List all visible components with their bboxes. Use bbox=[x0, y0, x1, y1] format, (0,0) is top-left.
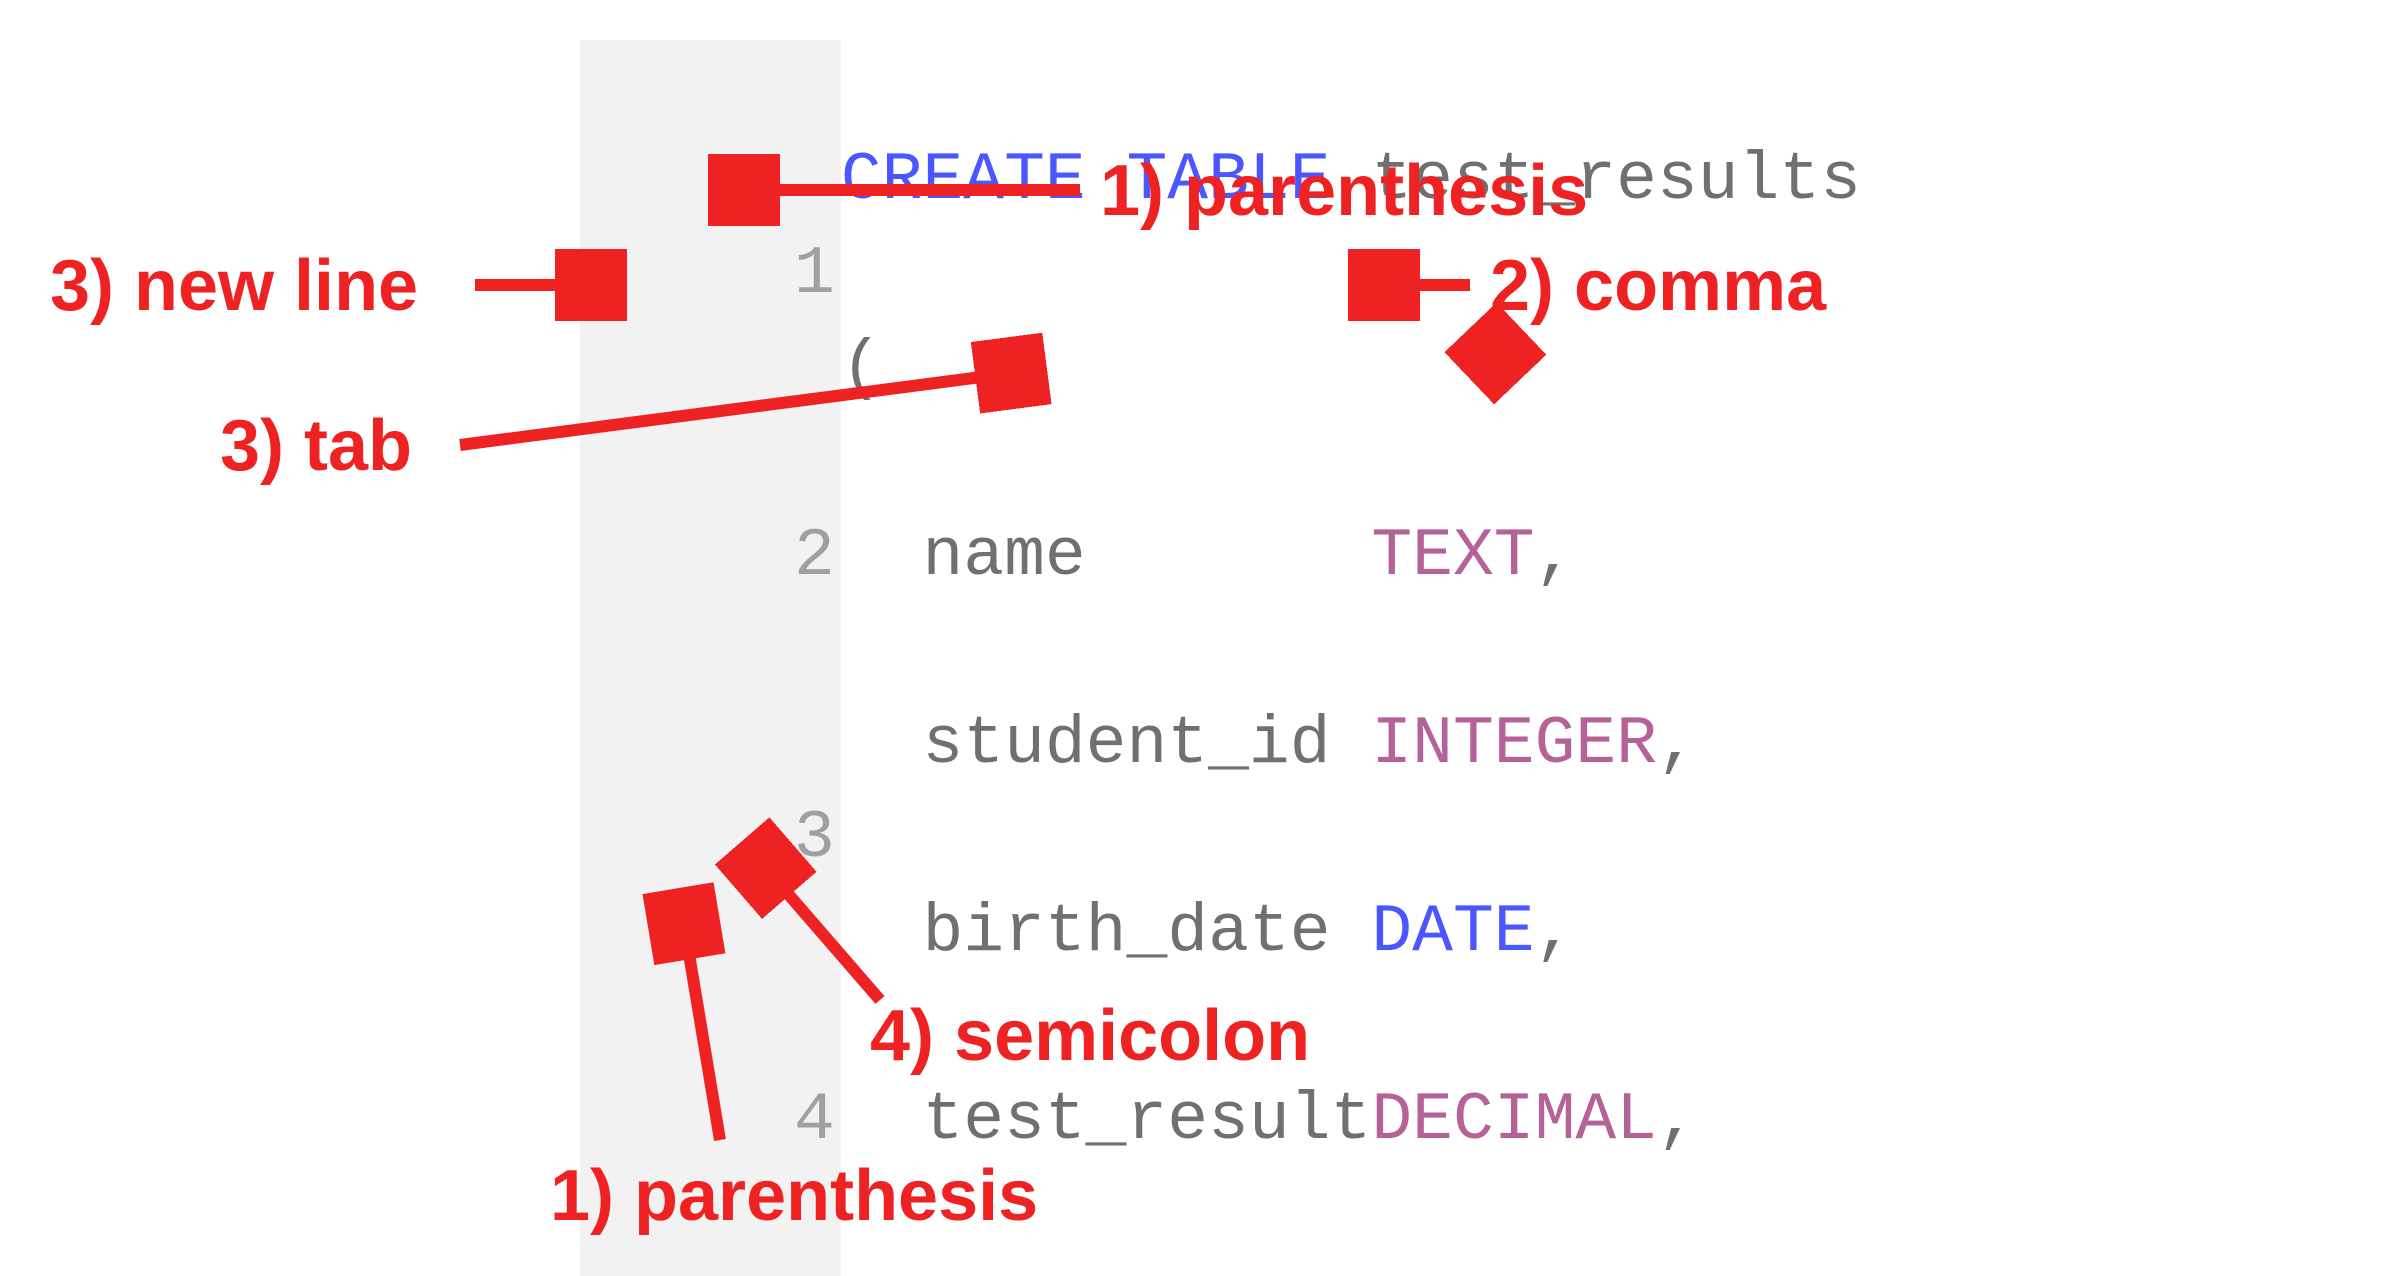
code-line: birth_date DATE, bbox=[841, 886, 1861, 980]
column-name: birth_date bbox=[841, 894, 1372, 971]
annotation-semicolon: 4) semicolon bbox=[870, 1000, 1310, 1072]
open-paren: ( bbox=[841, 330, 882, 407]
code-line: grade TEXT, bbox=[841, 1262, 1861, 1276]
line-number: 1 bbox=[590, 228, 835, 322]
code-line: test_resultDECIMAL, bbox=[841, 1074, 1861, 1168]
code-line: name TEXT, bbox=[841, 510, 1861, 604]
line-number: 2 bbox=[590, 510, 835, 604]
column-name: name bbox=[841, 518, 1372, 595]
comma: , bbox=[1657, 706, 1698, 783]
comma: , bbox=[1535, 518, 1576, 595]
line-number-gutter: 1 2 3 4 5 6 7 8 9 bbox=[580, 40, 841, 1276]
type-keyword: TEXT bbox=[1371, 1270, 1534, 1276]
annotation-tab: 3) tab bbox=[220, 410, 412, 482]
type-keyword: DECIMAL bbox=[1371, 1082, 1657, 1159]
type-keyword: DATE bbox=[1371, 894, 1534, 971]
annotation-comma: 2) comma bbox=[1490, 250, 1826, 322]
annotation-new-line: 3) new line bbox=[50, 250, 418, 322]
column-name: student_id bbox=[841, 706, 1372, 783]
column-name: test_result bbox=[841, 1082, 1372, 1159]
code-line: student_id INTEGER, bbox=[841, 698, 1861, 792]
code-line: ( bbox=[841, 322, 1861, 416]
type-keyword: INTEGER bbox=[1371, 706, 1657, 783]
line-number: 4 bbox=[590, 1074, 835, 1168]
column-name: grade bbox=[841, 1270, 1372, 1276]
comma: , bbox=[1657, 1082, 1698, 1159]
line-number: 3 bbox=[590, 792, 835, 886]
annotation-parenthesis-bot: 1) parenthesis bbox=[550, 1160, 1038, 1232]
comma: , bbox=[1535, 1270, 1576, 1276]
type-keyword: TEXT bbox=[1371, 518, 1534, 595]
annotation-parenthesis-top: 1) parenthesis bbox=[1100, 155, 1588, 227]
comma: , bbox=[1535, 894, 1576, 971]
